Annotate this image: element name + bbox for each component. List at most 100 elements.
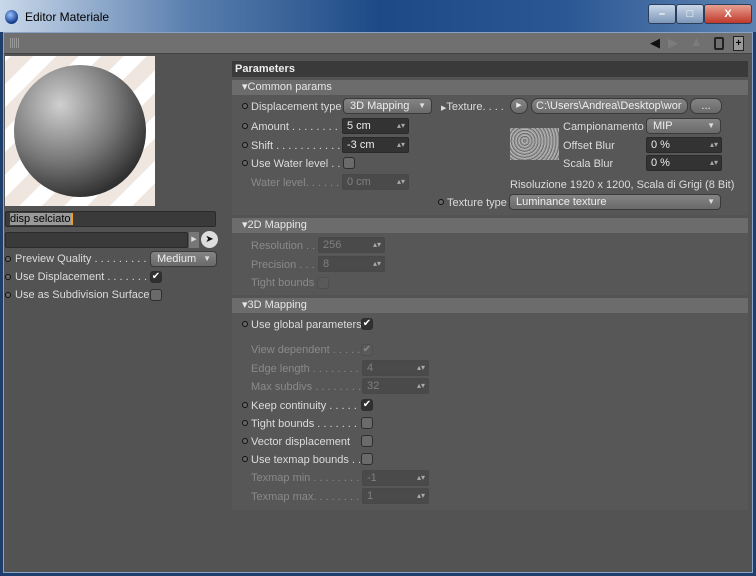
close-button[interactable]: X [704,4,752,24]
texture-arrow-button[interactable]: ▶ [510,98,528,114]
texture-thumbnail[interactable] [510,128,559,160]
resolution-label: Resolution . . [251,240,316,252]
spinner-icon[interactable]: ▴▾ [710,138,718,152]
texmap-max-field[interactable]: 1 ▴▾ [362,488,429,504]
mapping-3d-section[interactable]: ▾3D Mapping [232,298,748,313]
anim-dot[interactable] [242,438,248,444]
material-name-text: disp selciato [10,213,71,225]
texture-path-field[interactable]: C:\Users\Andrea\Desktop\wor [531,98,688,114]
material-name-field[interactable]: disp selciato [5,211,216,227]
scala-blur-field[interactable]: 0 % ▴▾ [646,155,722,171]
water-level-field[interactable]: 0 cm ▴▾ [342,174,409,190]
use-global-checkbox[interactable]: ✔ [361,318,373,330]
anim-dot[interactable] [242,321,248,327]
anim-dot[interactable] [5,292,11,298]
back-arrow-icon[interactable]: ◀ [650,35,660,51]
texture-label[interactable]: ▶Texture. . . . [441,100,504,116]
spinner-icon[interactable]: ▴▾ [397,138,405,152]
pick-cursor-icon[interactable]: ➤ [201,231,218,248]
anim-dot[interactable] [242,103,248,109]
chevron-down-icon: ▼ [418,101,426,110]
spinner-icon[interactable]: ▴▾ [710,156,718,170]
field-value: 32 [367,380,380,392]
texture-type-dropdown[interactable]: Luminance texture ▼ [509,194,721,210]
spinner-icon[interactable]: ▴▾ [397,175,405,189]
section-title: Common params [247,81,332,93]
up-arrow-icon[interactable]: ▲ [690,34,703,49]
use-water-level-checkbox[interactable] [343,157,355,169]
edge-length-field[interactable]: 4 ▴▾ [362,360,429,376]
edge-length-label: Edge length . . . . . . . . [251,363,359,375]
use-displacement-label: Use Displacement . . . . . . . [15,271,148,283]
amount-field[interactable]: 5 cm ▴▾ [342,118,409,134]
link-field[interactable] [5,232,188,248]
anim-dot[interactable] [242,160,248,166]
spinner-icon[interactable]: ▴▾ [397,119,405,133]
field-value: 0 % [651,139,670,151]
lock-icon[interactable] [714,37,724,50]
toolbar: ◀ ▶ ▲ + [4,33,752,54]
keep-continuity-checkbox[interactable]: ✔ [361,399,373,411]
anim-dot[interactable] [242,420,248,426]
mapping-2d-section[interactable]: ▾2D Mapping [232,218,748,233]
view-dependent-checkbox[interactable]: ✔ [361,344,373,356]
app-icon [5,10,18,24]
texmap-min-field[interactable]: -1 ▴▾ [362,470,429,486]
dropdown-value: 3D Mapping [350,100,410,112]
anim-dot[interactable] [5,274,11,280]
anim-dot[interactable] [5,256,11,262]
tight-bounds-2d-checkbox[interactable] [317,277,329,289]
tight-bounds-3d-label: Tight bounds . . . . . . . [251,418,357,430]
texture-label-text: Texture. . . . [446,101,504,113]
texture-browse-button[interactable]: ... [690,98,722,114]
use-water-level-label: Use Water level . . [251,158,341,170]
precision-label: Precision . . . [251,259,315,271]
field-value: -1 [367,472,377,484]
anim-dot[interactable] [242,402,248,408]
minimize-button[interactable]: – [648,4,676,24]
forward-arrow-icon[interactable]: ▶ [668,35,678,51]
maximize-button[interactable]: □ [676,4,704,24]
scala-blur-label: Scala Blur [563,158,614,170]
anim-dot[interactable] [242,123,248,129]
offset-blur-field[interactable]: 0 % ▴▾ [646,137,722,153]
field-value: 256 [323,239,342,251]
use-displacement-checkbox[interactable]: ✔ [150,271,162,283]
spinner-icon[interactable]: ▴▾ [417,379,425,393]
use-global-label: Use global parameters [251,319,362,331]
spinner-icon[interactable]: ▴▾ [373,257,381,271]
max-subdivs-field[interactable]: 32 ▴▾ [362,378,429,394]
spinner-icon[interactable]: ▴▾ [373,238,381,252]
preview-quality-dropdown[interactable]: Medium ▼ [150,251,217,267]
anim-dot[interactable] [242,456,248,462]
use-subdivision-checkbox[interactable] [150,289,162,301]
use-texmap-bounds-label: Use texmap bounds . . [251,454,362,466]
spinner-icon[interactable]: ▴▾ [417,361,425,375]
anim-dot[interactable] [242,142,248,148]
field-value: 4 [367,362,374,374]
spinner-icon[interactable]: ▴▾ [417,489,425,503]
shift-field[interactable]: -3 cm ▴▾ [342,137,409,153]
field-value: 8 [323,258,330,270]
max-subdivs-label: Max subdivs . . . . . . . . [251,381,362,393]
displacement-type-dropdown[interactable]: 3D Mapping ▼ [343,98,432,114]
new-panel-icon[interactable]: + [733,36,744,51]
material-preview[interactable] [5,56,155,206]
spinner-icon[interactable]: ▴▾ [417,471,425,485]
resolution-field[interactable]: 256 ▴▾ [318,237,385,253]
displacement-type-label: Displacement type [251,101,342,113]
texmap-max-label: Texmap max. . . . . . . . [251,491,360,503]
precision-field[interactable]: 8 ▴▾ [318,256,385,272]
offset-blur-label: Offset Blur [563,140,615,152]
grip-icon[interactable] [10,38,20,48]
water-level-label: Water level. . . . . . . [251,177,346,189]
campionamento-dropdown[interactable]: MIP ▼ [646,118,721,134]
anim-dot[interactable] [438,199,444,205]
campionamento-label: Campionamento [563,121,644,133]
common-params-section[interactable]: ▾Common params [232,80,748,95]
tight-bounds-3d-checkbox[interactable] [361,417,373,429]
vector-displacement-checkbox[interactable] [361,435,373,447]
section-title: 3D Mapping [247,299,307,311]
use-texmap-bounds-checkbox[interactable] [361,453,373,465]
link-arrow-button[interactable]: ▶ [189,232,199,248]
